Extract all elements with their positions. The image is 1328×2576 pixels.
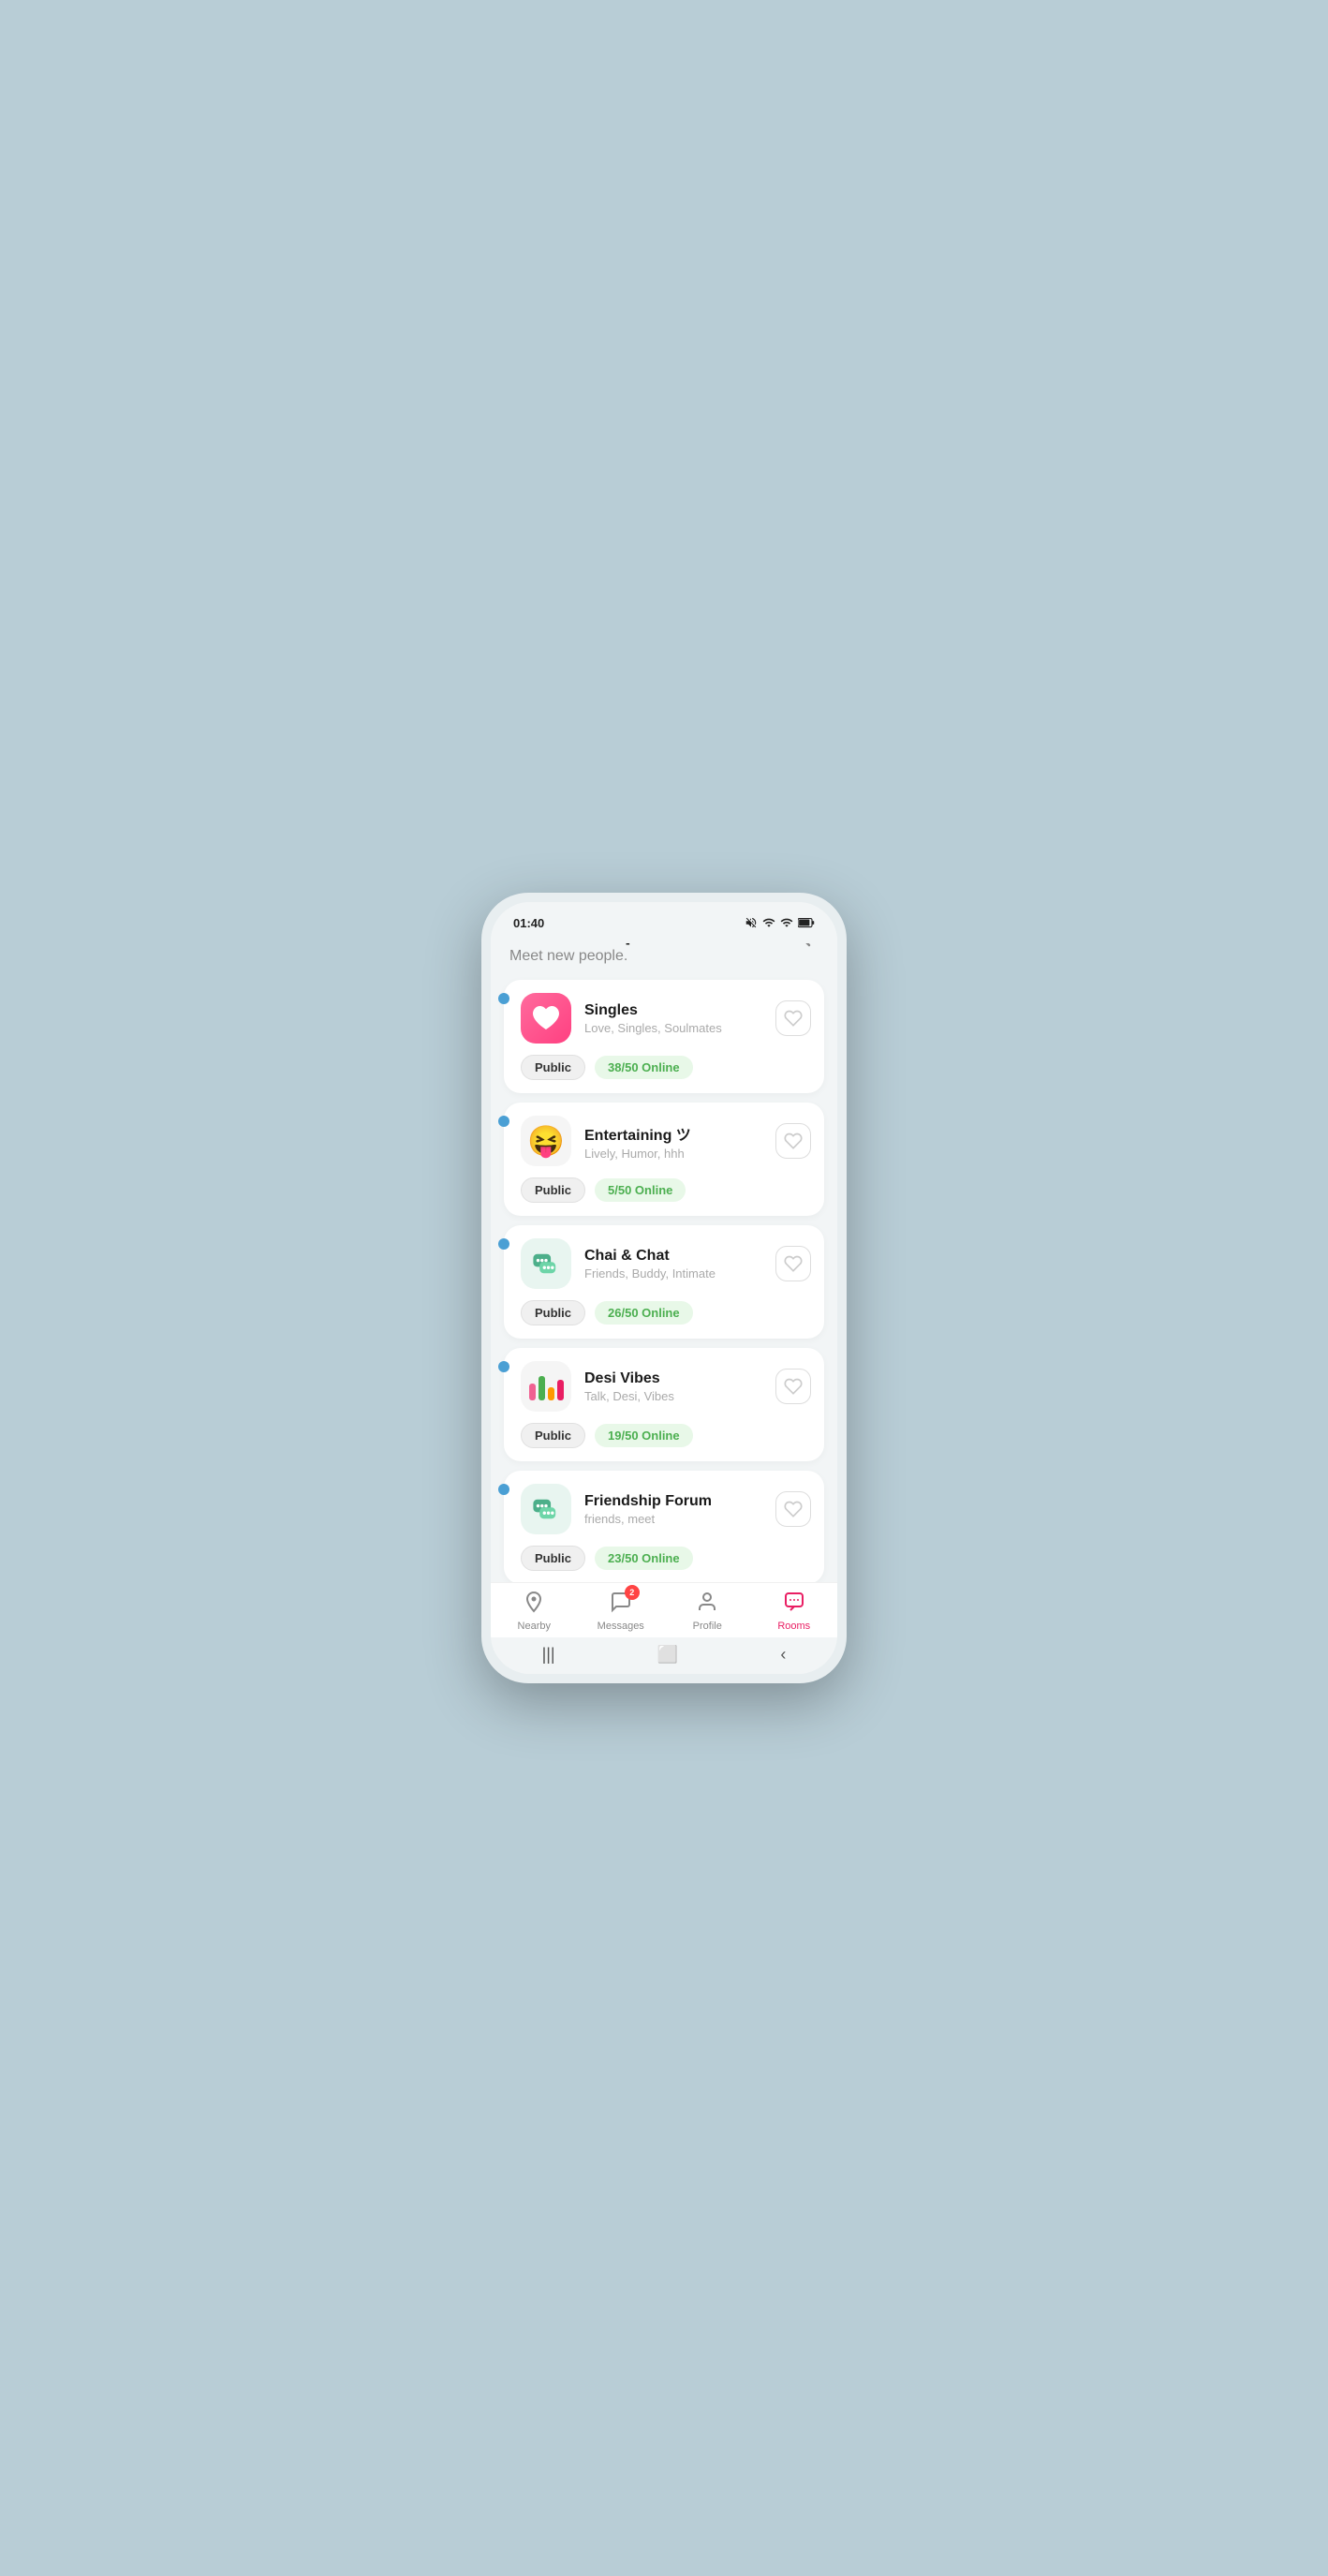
card-bottom: Public 19/50 Online bbox=[521, 1423, 811, 1448]
heart-outline-icon bbox=[784, 1254, 803, 1273]
nav-item-rooms[interactable]: Rooms bbox=[766, 1591, 822, 1632]
group-card-friendship[interactable]: Friendship Forum friends, meet Public 23… bbox=[504, 1471, 824, 1582]
message-badge: 2 bbox=[625, 1585, 640, 1600]
group-icon-singles bbox=[521, 993, 571, 1044]
group-tags: Talk, Desi, Vibes bbox=[584, 1389, 762, 1403]
screen-content: Join Group Chats Meet new people. bbox=[491, 902, 837, 1582]
chat-bubbles-icon bbox=[530, 1248, 562, 1280]
group-name: Singles bbox=[584, 1002, 762, 1019]
card-top: Desi Vibes Talk, Desi, Vibes bbox=[521, 1361, 811, 1412]
online-indicator bbox=[498, 1116, 509, 1127]
group-info-friendship: Friendship Forum friends, meet bbox=[584, 1493, 762, 1526]
heart-outline-icon bbox=[784, 1377, 803, 1396]
nearby-icon bbox=[523, 1591, 545, 1619]
group-tags: Friends, Buddy, Intimate bbox=[584, 1266, 762, 1281]
online-badge: 5/50 Online bbox=[595, 1178, 686, 1202]
sys-recents-icon[interactable]: ‹ bbox=[780, 1645, 786, 1665]
person-icon bbox=[696, 1591, 718, 1613]
group-name: Entertaining ツ bbox=[584, 1122, 762, 1145]
public-badge: Public bbox=[521, 1300, 585, 1325]
like-button-friendship[interactable] bbox=[775, 1491, 811, 1527]
online-indicator bbox=[498, 1238, 509, 1250]
group-tags: friends, meet bbox=[584, 1512, 762, 1526]
sys-home-icon[interactable]: ⬜ bbox=[657, 1645, 678, 1665]
card-top: Chai & Chat Friends, Buddy, Intimate bbox=[521, 1238, 811, 1289]
mute-icon bbox=[745, 916, 758, 929]
nav-item-messages[interactable]: 2 Messages bbox=[593, 1591, 649, 1632]
online-badge: 23/50 Online bbox=[595, 1547, 693, 1570]
wifi-icon bbox=[762, 916, 775, 929]
public-badge: Public bbox=[521, 1423, 585, 1448]
status-time: 01:40 bbox=[513, 916, 544, 930]
group-icon-chai bbox=[521, 1238, 571, 1289]
card-bottom: Public 23/50 Online bbox=[521, 1546, 811, 1571]
card-top: Friendship Forum friends, meet bbox=[521, 1484, 811, 1534]
group-card-entertaining[interactable]: 😝 Entertaining ツ Lively, Humor, hhh Pu bbox=[504, 1103, 824, 1216]
group-list: Singles Love, Singles, Soulmates Public … bbox=[491, 974, 837, 1582]
online-indicator bbox=[498, 1361, 509, 1372]
card-bottom: Public 26/50 Online bbox=[521, 1300, 811, 1325]
heart-icon bbox=[531, 1003, 561, 1033]
group-icon-desi bbox=[521, 1361, 571, 1412]
group-info-chai: Chai & Chat Friends, Buddy, Intimate bbox=[584, 1248, 762, 1281]
public-badge: Public bbox=[521, 1055, 585, 1080]
heart-outline-icon bbox=[784, 1009, 803, 1028]
group-card-chai[interactable]: Chai & Chat Friends, Buddy, Intimate Pub… bbox=[504, 1225, 824, 1339]
chat-bubbles-icon2 bbox=[530, 1493, 562, 1525]
messages-label: Messages bbox=[598, 1621, 644, 1632]
group-name: Chai & Chat bbox=[584, 1248, 762, 1265]
signal-icon bbox=[780, 916, 793, 929]
public-badge: Public bbox=[521, 1177, 585, 1203]
group-info-entertaining: Entertaining ツ Lively, Humor, hhh bbox=[584, 1122, 762, 1161]
like-button-entertaining[interactable] bbox=[775, 1123, 811, 1159]
group-name: Friendship Forum bbox=[584, 1493, 762, 1510]
public-badge: Public bbox=[521, 1546, 585, 1571]
card-bottom: Public 38/50 Online bbox=[521, 1055, 811, 1080]
group-name: Desi Vibes bbox=[584, 1370, 762, 1387]
like-button-singles[interactable] bbox=[775, 1000, 811, 1036]
bottom-navigation: Nearby 2 Messages bbox=[491, 1582, 837, 1637]
profile-label: Profile bbox=[693, 1621, 722, 1632]
nav-item-nearby[interactable]: Nearby bbox=[506, 1591, 562, 1632]
page-subtitle: Meet new people. bbox=[509, 948, 714, 965]
group-icon-friendship bbox=[521, 1484, 571, 1534]
group-card-singles[interactable]: Singles Love, Singles, Soulmates Public … bbox=[504, 980, 824, 1093]
nearby-label: Nearby bbox=[518, 1621, 551, 1632]
rooms-label: Rooms bbox=[777, 1621, 810, 1632]
status-bar: 01:40 bbox=[491, 902, 837, 943]
system-navigation-bar: ||| ⬜ ‹ bbox=[491, 1637, 837, 1674]
like-button-chai[interactable] bbox=[775, 1246, 811, 1281]
group-info-singles: Singles Love, Singles, Soulmates bbox=[584, 1002, 762, 1035]
online-badge: 26/50 Online bbox=[595, 1301, 693, 1325]
card-bottom: Public 5/50 Online bbox=[521, 1177, 811, 1203]
nav-item-profile[interactable]: Profile bbox=[679, 1591, 735, 1632]
location-pin-icon bbox=[523, 1591, 545, 1613]
online-indicator bbox=[498, 1484, 509, 1495]
profile-icon bbox=[696, 1591, 718, 1619]
sys-back-icon[interactable]: ||| bbox=[542, 1645, 555, 1665]
rooms-icon bbox=[783, 1591, 805, 1619]
heart-outline-icon bbox=[784, 1132, 803, 1150]
group-icon-entertaining: 😝 bbox=[521, 1116, 571, 1166]
group-card-desi[interactable]: Desi Vibes Talk, Desi, Vibes Public 19/5… bbox=[504, 1348, 824, 1461]
group-tags: Love, Singles, Soulmates bbox=[584, 1021, 762, 1035]
messages-icon: 2 bbox=[610, 1591, 632, 1619]
group-tags: Lively, Humor, hhh bbox=[584, 1147, 762, 1161]
like-button-desi[interactable] bbox=[775, 1369, 811, 1404]
online-badge: 38/50 Online bbox=[595, 1056, 693, 1079]
phone-frame: 01:40 bbox=[481, 893, 847, 1683]
battery-icon bbox=[798, 916, 815, 929]
card-top: 😝 Entertaining ツ Lively, Humor, hhh bbox=[521, 1116, 811, 1166]
online-indicator bbox=[498, 993, 509, 1004]
desi-bars bbox=[529, 1372, 564, 1400]
online-badge: 19/50 Online bbox=[595, 1424, 693, 1447]
card-top: Singles Love, Singles, Soulmates bbox=[521, 993, 811, 1044]
status-icons bbox=[745, 916, 815, 929]
heart-outline-icon bbox=[784, 1500, 803, 1518]
rooms-chat-icon bbox=[783, 1591, 805, 1613]
group-info-desi: Desi Vibes Talk, Desi, Vibes bbox=[584, 1370, 762, 1403]
phone-screen: 01:40 bbox=[491, 902, 837, 1674]
